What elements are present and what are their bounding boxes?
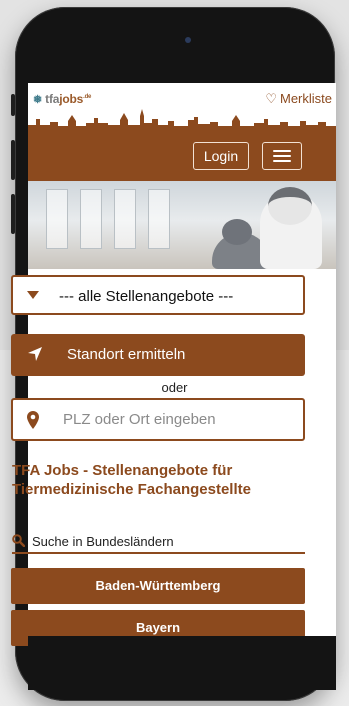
location-arrow-icon [28, 347, 42, 361]
job-category-select[interactable]: --- alle Stellenangebote --- [11, 275, 305, 315]
search-icon [12, 534, 25, 547]
phone-mute-switch [11, 94, 15, 116]
caret-down-icon [27, 291, 39, 299]
select-value: --- alle Stellenangebote --- [59, 288, 234, 305]
locate-button[interactable]: Standort ermitteln [11, 334, 305, 376]
search-states-text: Suche in Bundesländern [32, 534, 174, 549]
phone-bottom-bezel [28, 636, 336, 690]
hamburger-menu-icon[interactable] [262, 142, 302, 170]
phone-volume-down [11, 194, 15, 234]
search-states-label[interactable]: Suche in Bundesländern [12, 532, 305, 554]
merkliste-label: Merkliste [279, 91, 332, 106]
page-heading: TFA Jobs - Stellenangebote für Tiermediz… [12, 462, 251, 498]
site-logo[interactable]: ❅ tfajobs.de [33, 92, 91, 106]
heart-icon: ♡ [265, 91, 277, 106]
city-skyline-graphic [28, 109, 336, 131]
plz-input[interactable] [63, 408, 283, 430]
locate-button-label: Standort ermitteln [67, 346, 186, 363]
state-button-baden-wuerttemberg[interactable]: Baden-Württemberg [11, 568, 305, 604]
front-camera [185, 37, 191, 43]
phone-volume-up [11, 140, 15, 180]
map-pin-icon [27, 411, 39, 429]
hero-image [28, 181, 336, 269]
oder-separator: oder [161, 380, 188, 395]
plz-field[interactable] [11, 398, 305, 441]
login-button[interactable]: Login [193, 142, 249, 170]
